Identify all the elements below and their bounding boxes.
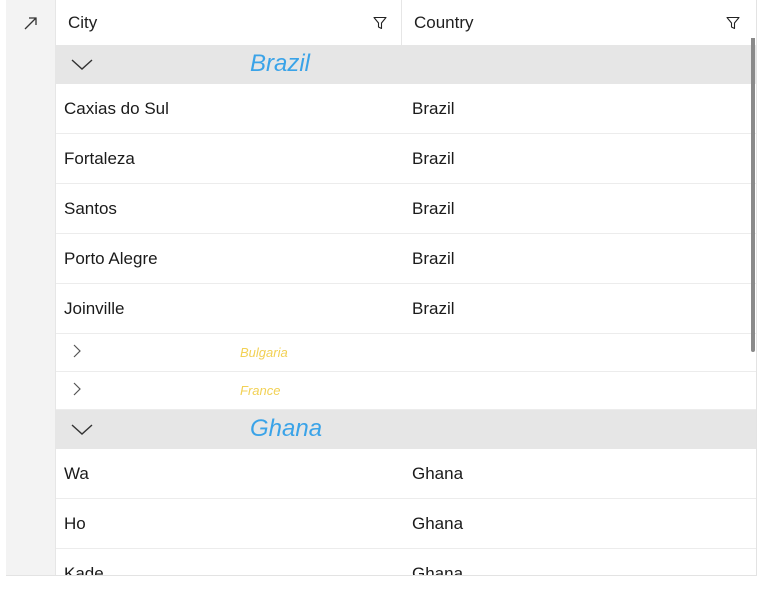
table-row[interactable]: Porto Alegre Brazil	[56, 234, 756, 284]
city-cell: Caxias do Sul	[64, 99, 169, 118]
city-cell: Fortaleza	[64, 149, 135, 168]
table-row[interactable]: Wa Ghana	[56, 449, 756, 499]
city-cell: Wa	[64, 464, 89, 483]
chevron-right-icon[interactable]	[70, 343, 84, 359]
table-row[interactable]: Ho Ghana	[56, 499, 756, 549]
group-title: France	[240, 383, 281, 398]
group-header-row[interactable]: Brazil	[56, 45, 756, 84]
country-cell: Brazil	[412, 149, 455, 168]
city-cell: Ho	[64, 514, 86, 533]
expand-arrow-icon[interactable]	[6, 0, 55, 45]
table-row[interactable]: Santos Brazil	[56, 184, 756, 234]
table-row[interactable]: Joinville Brazil	[56, 284, 756, 334]
group-title: Brazil	[250, 50, 311, 77]
table-row[interactable]: Caxias do Sul Brazil	[56, 84, 756, 134]
city-cell: Joinville	[64, 299, 125, 318]
country-cell: Ghana	[412, 464, 464, 483]
column-header-label: City	[68, 12, 98, 32]
country-cell: Ghana	[412, 514, 464, 533]
grid-header: City Country	[56, 0, 756, 45]
filter-icon[interactable]	[371, 14, 389, 32]
scrollbar-gap	[751, 18, 755, 38]
country-cell: Brazil	[412, 299, 455, 318]
country-cell: Brazil	[412, 199, 455, 218]
city-cell: Santos	[64, 199, 117, 218]
grid-body: Brazil Caxias do Sul Brazil Fortaleza Br…	[56, 45, 756, 576]
table-row[interactable]: Kade Ghana	[56, 549, 756, 576]
country-cell: Brazil	[412, 99, 455, 118]
vertical-scrollbar[interactable]	[751, 18, 755, 352]
group-title: Bulgaria	[240, 345, 288, 360]
table-row[interactable]: Fortaleza Brazil	[56, 134, 756, 184]
column-header-country[interactable]: Country	[402, 0, 756, 45]
chevron-right-icon[interactable]	[70, 381, 84, 397]
data-grid: City Country Brazil Caxias do Sul Brazil…	[6, 0, 757, 576]
city-cell: Porto Alegre	[64, 249, 158, 268]
group-header-row[interactable]: Ghana	[56, 410, 756, 449]
chevron-down-icon[interactable]	[70, 420, 94, 440]
chevron-down-icon[interactable]	[70, 55, 94, 75]
row-indicator-column	[6, 0, 56, 575]
city-cell: Kade	[64, 564, 104, 576]
group-header-row[interactable]: France	[56, 372, 756, 410]
group-header-row[interactable]: Bulgaria	[56, 334, 756, 372]
column-header-city[interactable]: City	[56, 0, 402, 45]
group-title: Ghana	[250, 415, 323, 442]
filter-icon[interactable]	[724, 14, 742, 32]
country-cell: Brazil	[412, 249, 455, 268]
country-cell: Ghana	[412, 564, 464, 576]
column-header-label: Country	[414, 12, 474, 32]
